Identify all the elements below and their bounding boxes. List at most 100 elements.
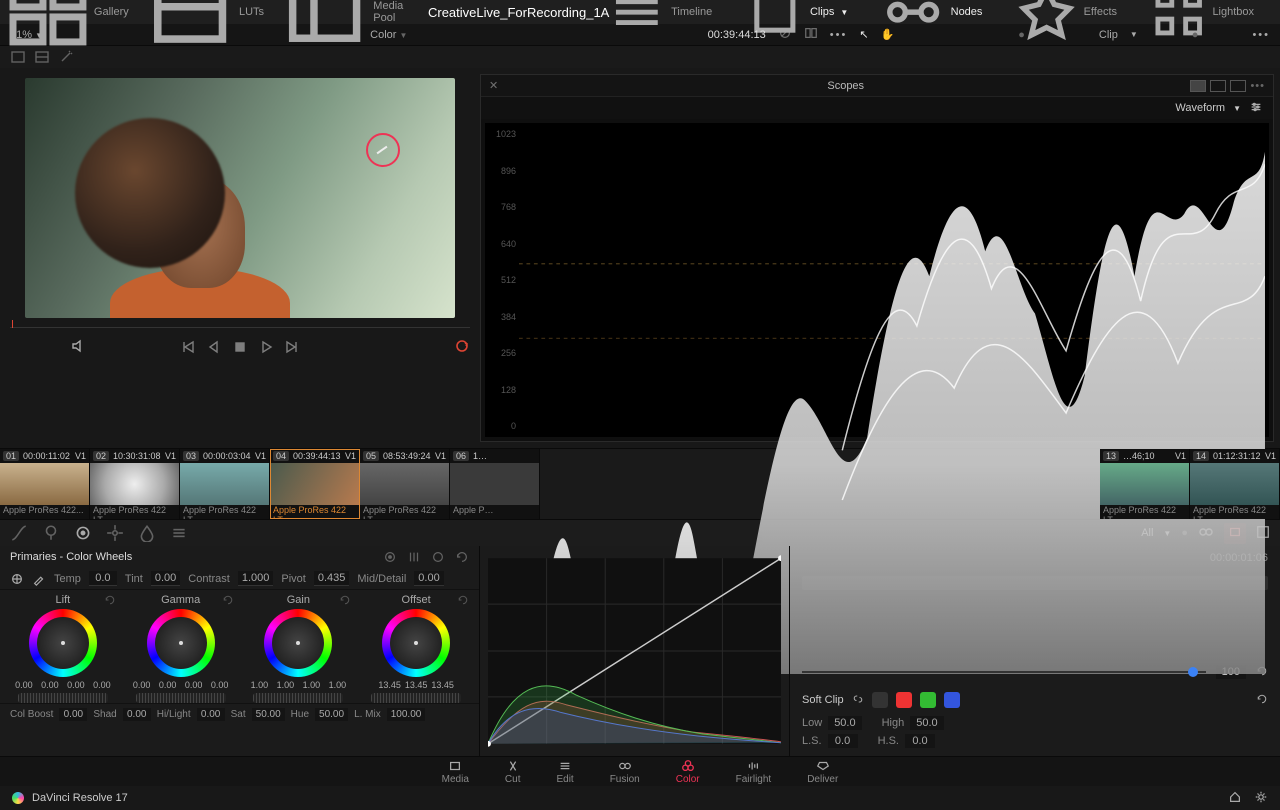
hue-value[interactable]: 50.00 [315,708,348,721]
jog-wheel[interactable] [253,693,343,703]
next-clip-icon[interactable] [284,339,300,355]
colboost-value[interactable]: 0.00 [59,708,87,721]
thumbnail-clip[interactable]: 13…46;10V1Apple ProRes 422 LT [1100,449,1190,519]
close-icon[interactable]: ✕ [489,79,501,92]
step-back-icon[interactable] [206,339,222,355]
shad-value[interactable]: 0.00 [123,708,151,721]
jog-wheel[interactable] [371,693,461,703]
hs-value[interactable]: 0.0 [905,734,935,748]
lmix-value[interactable]: 100.00 [387,708,426,721]
softclip-luma[interactable] [872,692,888,708]
wheel-reset-icon[interactable] [455,550,469,564]
hilight-value[interactable]: 0.00 [197,708,225,721]
app-logo-icon [12,792,24,804]
scope-layout-1[interactable] [1190,80,1206,92]
project-title: CreativeLive_ForRecording_1A [428,5,609,20]
thumbnail-clip[interactable]: 0508:53:49:24V1Apple ProRes 422 LT [360,449,450,519]
color-wheel-offset[interactable] [382,609,450,677]
sat-value[interactable]: 50.00 [252,708,285,721]
link-icon[interactable] [852,693,864,708]
page-fairlight[interactable]: Fairlight [736,759,772,785]
wheel-mode-dot-icon[interactable] [383,550,397,564]
softclip-red[interactable] [896,692,912,708]
page-label[interactable]: Color [370,29,396,41]
home-icon[interactable] [1228,790,1242,807]
clip-dropdown[interactable]: Clip [1099,29,1118,41]
thumbnail-clip[interactable]: 0300:00:03:04V1Apple ProRes 422 LT [180,449,270,519]
page-fusion[interactable]: Fusion [610,759,640,785]
middetail-value[interactable]: 0.00 [414,571,443,586]
zoom-level[interactable]: 31% ▼ [10,29,70,41]
play-icon[interactable] [258,339,274,355]
wheel-mode-log-icon[interactable] [431,550,445,564]
color-wheel-gamma[interactable] [147,609,215,677]
blur-icon[interactable] [138,524,156,542]
mediapool-button[interactable]: Media Pool [282,0,410,55]
wheel-reset-icon[interactable] [457,594,469,606]
page-edit[interactable]: Edit [556,759,573,785]
wheel-mode-bars-icon[interactable] [407,550,421,564]
softclip-reset-icon[interactable] [1256,693,1268,708]
scope-settings-icon[interactable] [1249,100,1263,117]
stop-icon[interactable] [232,339,248,355]
jog-wheel[interactable] [18,693,108,703]
tint-value[interactable]: 0.00 [151,571,180,586]
wheel-reset-icon[interactable] [339,594,351,606]
loop-icon[interactable] [454,338,470,357]
contrast-value[interactable]: 1.000 [238,571,274,586]
more-icon[interactable]: ••• [830,29,848,41]
split-icon[interactable] [804,26,818,43]
wheel-reset-icon[interactable] [104,594,116,606]
intensity-slider[interactable] [802,671,1206,673]
thumbnail-clip[interactable]: 061…Apple P… [450,449,540,519]
thumbnail-clip[interactable]: 0400:39:44:13V1Apple ProRes 422 LT [270,449,360,519]
prev-clip-icon[interactable] [180,339,196,355]
settings-gear-icon[interactable] [1254,790,1268,807]
page-cut[interactable]: Cut [505,759,521,785]
viewer-mode-icon[interactable] [10,49,26,65]
scope-layout-4[interactable] [1230,80,1246,92]
thumbnail-clip[interactable]: 0210:30:31:08V1Apple ProRes 422 LT [90,449,180,519]
arrow-cursor-icon[interactable]: ↖ [859,28,868,41]
page-color[interactable]: Color [676,759,700,785]
wheels-title: Primaries - Color Wheels [10,551,373,563]
thumbnail-clip[interactable]: 1401:12:31:12V1Apple ProRes 422 LT [1190,449,1280,519]
waveform-scope: 1023 896 768 640 512 384 256 128 0 [485,123,1269,437]
scope-layout-2[interactable] [1210,80,1226,92]
volume-icon[interactable] [70,338,86,357]
color-wheel-lift[interactable] [29,609,97,677]
curves-panel[interactable] [480,546,790,756]
tracker-icon[interactable] [106,524,124,542]
softclip-label: Soft Clip [802,694,844,706]
page-media[interactable]: Media [442,759,469,785]
more-icon-2[interactable]: ••• [1252,29,1270,41]
scope-mode-dropdown[interactable]: Waveform [1175,102,1225,114]
pivot-value[interactable]: 0.435 [314,571,350,586]
scope-more-icon[interactable]: ••• [1250,80,1265,92]
bypass-icon[interactable] [778,26,792,43]
page-deliver[interactable]: Deliver [807,759,838,785]
softclip-blue[interactable] [944,692,960,708]
key-icon[interactable] [170,524,188,542]
low-value[interactable]: 50.0 [828,716,861,730]
hand-icon[interactable]: ✋ [881,28,895,41]
curves-tool-icon[interactable] [10,524,28,542]
highlight-icon[interactable] [34,49,50,65]
wheel-reset-icon[interactable] [222,594,234,606]
viewer-image[interactable] [25,78,455,318]
jog-wheel[interactable] [136,693,226,703]
window-icon[interactable] [74,524,92,542]
qualifier-icon[interactable] [42,524,60,542]
app-name: DaVinci Resolve 17 [32,792,128,804]
auto-balance-icon[interactable] [10,572,24,586]
thumbnail-clip[interactable]: 0100:00:11:02V1Apple ProRes 422... [0,449,90,519]
gallery-button[interactable]: Gallery [8,0,129,52]
temp-value[interactable]: 0.0 [89,571,117,586]
color-wheel-gain[interactable] [264,609,332,677]
master-timecode: 00:39:44:13 [708,29,766,41]
pick-white-icon[interactable] [32,572,46,586]
ls-value[interactable]: 0.0 [828,734,858,748]
high-value[interactable]: 50.0 [910,716,943,730]
softclip-green[interactable] [920,692,936,708]
wand-icon[interactable] [58,49,74,65]
